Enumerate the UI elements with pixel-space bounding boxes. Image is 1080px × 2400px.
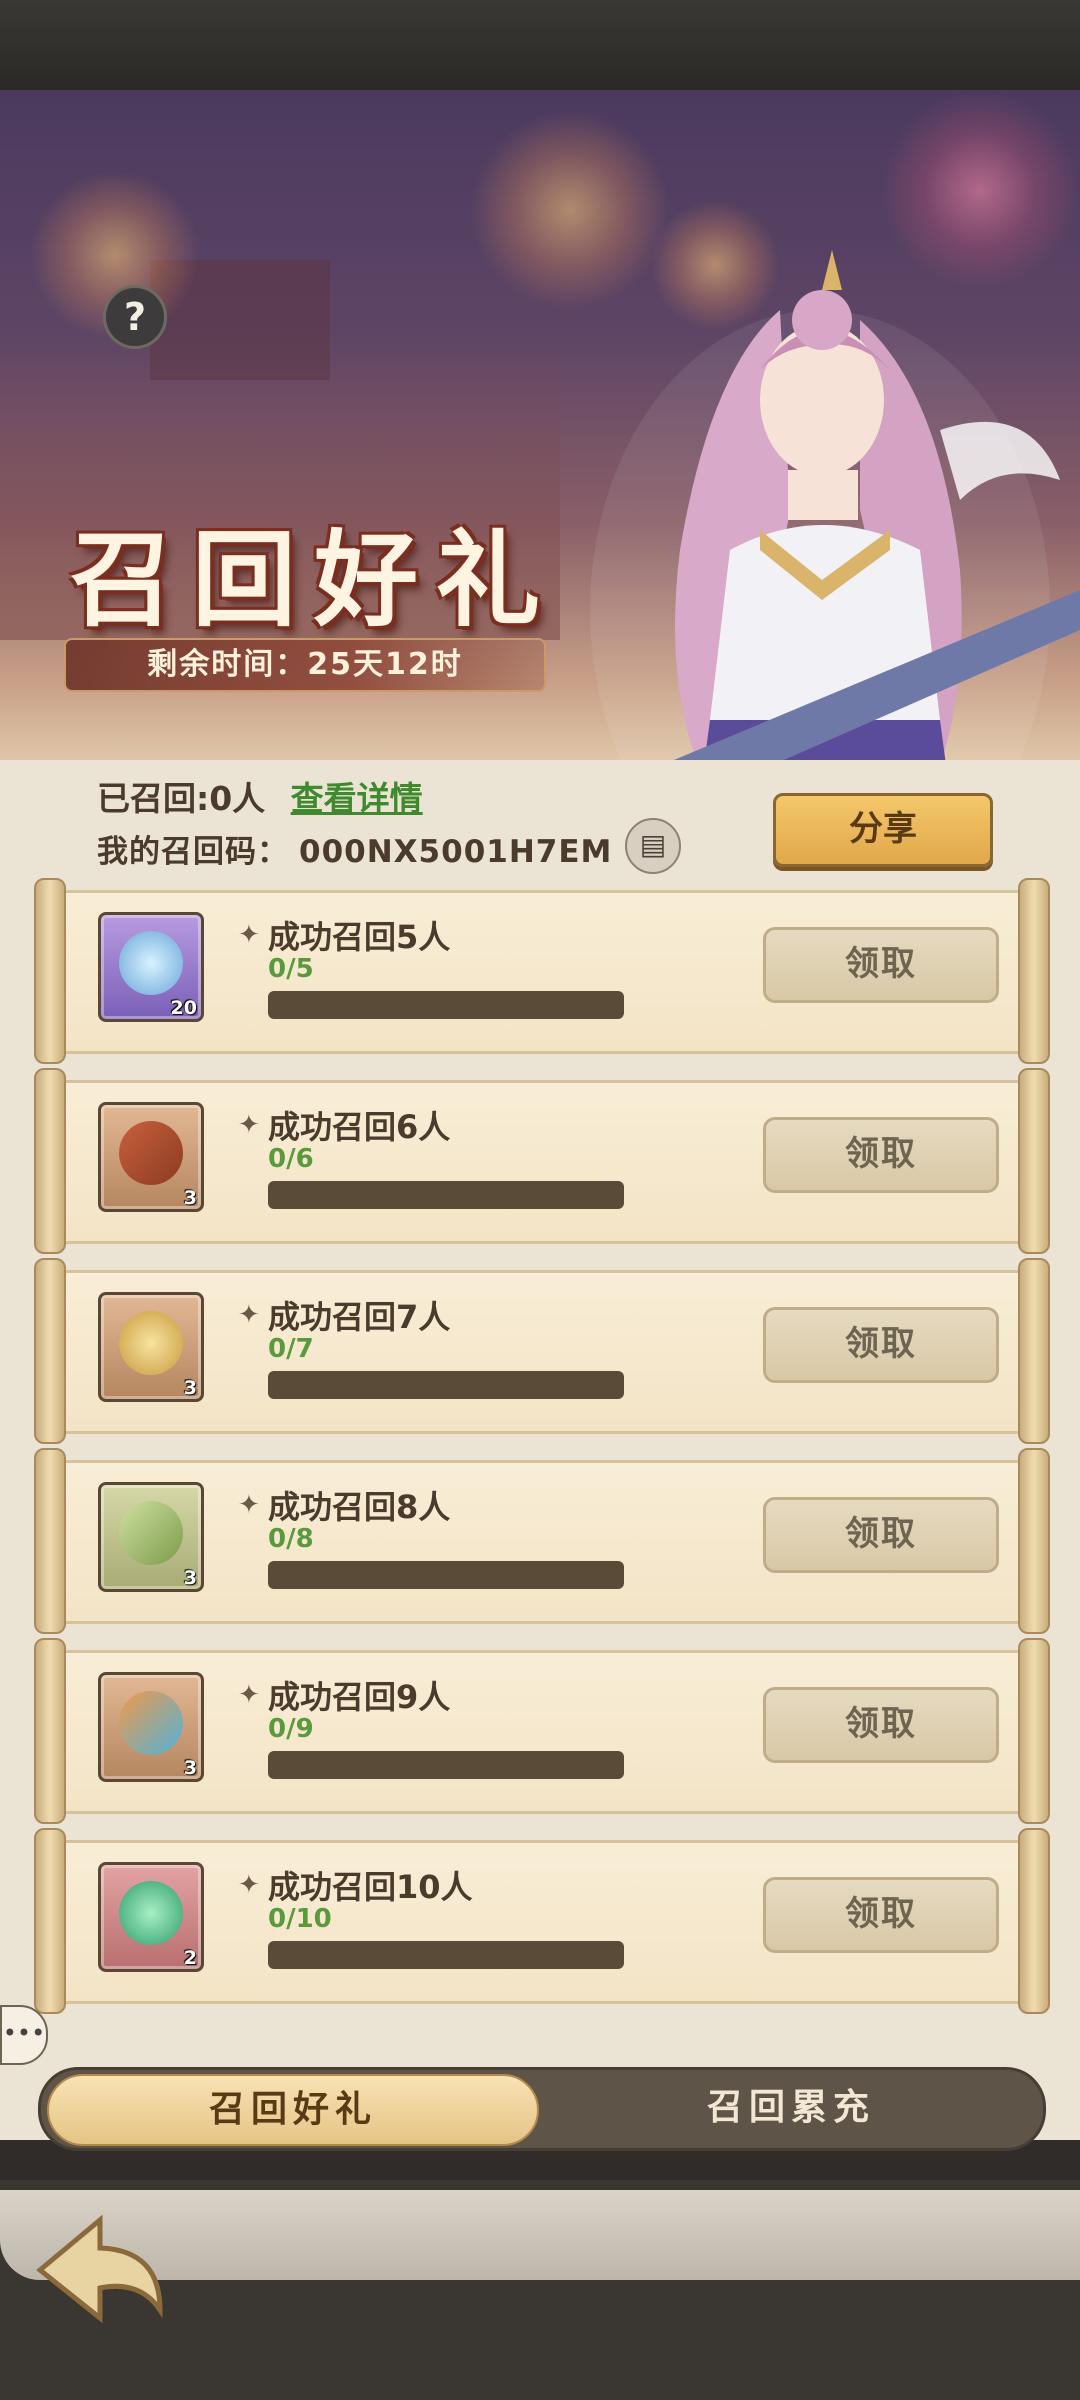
back-arrow-icon [36, 2214, 163, 2324]
tab-recall-gifts[interactable]: 召回好礼 [47, 2074, 539, 2146]
scroll-roll-right [1018, 1258, 1050, 1444]
timer-value: 25天12时 [307, 647, 463, 682]
reward-condition: 成功召回7人 [268, 1298, 451, 1336]
timer-label: 剩余时间： [147, 647, 308, 682]
tab-recall-recharge[interactable]: 召回累充 [551, 2074, 1031, 2142]
elemental-stone-icon [119, 1691, 183, 1755]
scroll-roll-left [34, 1828, 66, 2014]
reward-progress-text: 0/8 [268, 1524, 314, 1554]
scroll-ticket-icon [119, 1121, 183, 1185]
reward-item-icon[interactable]: 2 [98, 1862, 204, 1972]
event-title: 召回好礼 [70, 518, 559, 641]
progress-bar [268, 1751, 624, 1779]
reward-progress-text: 0/6 [268, 1144, 314, 1174]
claim-button[interactable]: 领取 [763, 1307, 999, 1383]
recalled-label: 已召回: [97, 779, 210, 818]
reward-condition: 成功召回5人 [268, 918, 451, 956]
help-button[interactable]: ? [103, 285, 167, 349]
reward-condition: 成功召回9人 [268, 1678, 451, 1716]
recalled-count: 已召回:0人 查看详情 [97, 772, 423, 820]
sparkle-icon: ✦ [238, 920, 260, 950]
reward-item-icon[interactable]: 3 [98, 1292, 204, 1402]
scroll-roll-left [34, 1258, 66, 1444]
bottom-tab-bar: 召回好礼 召回累充 [38, 2067, 1046, 2151]
reward-progress-text: 0/9 [268, 1714, 314, 1744]
claim-button[interactable]: 领取 [763, 1497, 999, 1573]
scroll-roll-left [34, 1448, 66, 1634]
sparkle-icon: ✦ [238, 1490, 260, 1520]
document-icon: ▤ [639, 828, 667, 861]
reward-progress-text: 0/10 [268, 1904, 332, 1934]
remaining-time: 剩余时间：25天12时 [64, 638, 546, 692]
reward-item-icon[interactable]: 3 [98, 1672, 204, 1782]
sparkle-icon: ✦ [238, 1680, 260, 1710]
reward-row: 3 ✦ 成功召回6人 0/6 领取 [34, 1068, 1050, 1254]
reward-item-icon[interactable]: 20 [98, 912, 204, 1022]
scroll-roll-right [1018, 878, 1050, 1064]
wind-orb-icon [119, 1881, 183, 1945]
reward-progress-text: 0/5 [268, 954, 314, 984]
scroll-roll-right [1018, 1068, 1050, 1254]
sparkle-icon: ✦ [238, 1300, 260, 1330]
scroll-roll-right [1018, 1828, 1050, 2014]
crystal-ball-icon [119, 931, 183, 995]
claim-button[interactable]: 领取 [763, 1877, 999, 1953]
back-button[interactable] [30, 2210, 170, 2330]
view-details-link[interactable]: 查看详情 [291, 779, 423, 818]
item-quantity: 3 [183, 1567, 197, 1589]
sparkle-icon: ✦ [238, 1870, 260, 1900]
item-quantity: 3 [183, 1757, 197, 1779]
progress-bar [268, 991, 624, 1019]
reward-condition: 成功召回10人 [268, 1868, 473, 1906]
claim-button[interactable]: 领取 [763, 1117, 999, 1193]
top-status-bar [0, 0, 1080, 90]
progress-bar [268, 1181, 624, 1209]
code-label: 我的召回码： [97, 834, 289, 870]
reward-condition: 成功召回8人 [268, 1488, 451, 1526]
recalled-value: 0人 [209, 779, 266, 818]
copy-code-button[interactable]: ▤ [625, 818, 681, 874]
reward-row: 20 ✦ 成功召回5人 0/5 领取 [34, 878, 1050, 1064]
reward-row: 3 ✦ 成功召回7人 0/7 领取 [34, 1258, 1050, 1444]
progress-bar [268, 1371, 624, 1399]
code-value: 000NX5001H7EM [299, 834, 613, 870]
scroll-roll-left [34, 1068, 66, 1254]
reward-item-icon[interactable]: 3 [98, 1102, 204, 1212]
scroll-roll-left [34, 878, 66, 1064]
green-tablet-icon [119, 1501, 183, 1565]
progress-bar [268, 1561, 624, 1589]
scroll-roll-right [1018, 1638, 1050, 1824]
item-quantity: 20 [170, 997, 197, 1019]
claim-button[interactable]: 领取 [763, 1687, 999, 1763]
reward-item-icon[interactable]: 3 [98, 1482, 204, 1592]
item-quantity: 3 [183, 1377, 197, 1399]
character-illustration [590, 250, 1080, 790]
reward-condition: 成功召回6人 [268, 1108, 451, 1146]
chat-icon: ••• [2, 2019, 46, 2047]
sparkle-icon: ✦ [238, 1110, 260, 1140]
item-quantity: 3 [183, 1187, 197, 1209]
scroll-roll-right [1018, 1448, 1050, 1634]
event-banner: ? 召回好礼 剩余时间：25天12时 [0, 90, 1080, 790]
claim-button[interactable]: 领取 [763, 927, 999, 1003]
recall-code: 我的召回码： 000NX5001H7EM [97, 826, 612, 871]
reward-row: 3 ✦ 成功召回9人 0/9 领取 [34, 1638, 1050, 1824]
golden-key-icon [119, 1311, 183, 1375]
share-button[interactable]: 分享 [773, 793, 993, 867]
reward-row: 3 ✦ 成功召回8人 0/8 领取 [34, 1448, 1050, 1634]
progress-bar [268, 1941, 624, 1969]
reward-progress-text: 0/7 [268, 1334, 314, 1364]
item-quantity: 2 [183, 1947, 197, 1969]
scroll-roll-left [34, 1638, 66, 1824]
reward-row: 2 ✦ 成功召回10人 0/10 领取 [34, 1828, 1050, 2014]
